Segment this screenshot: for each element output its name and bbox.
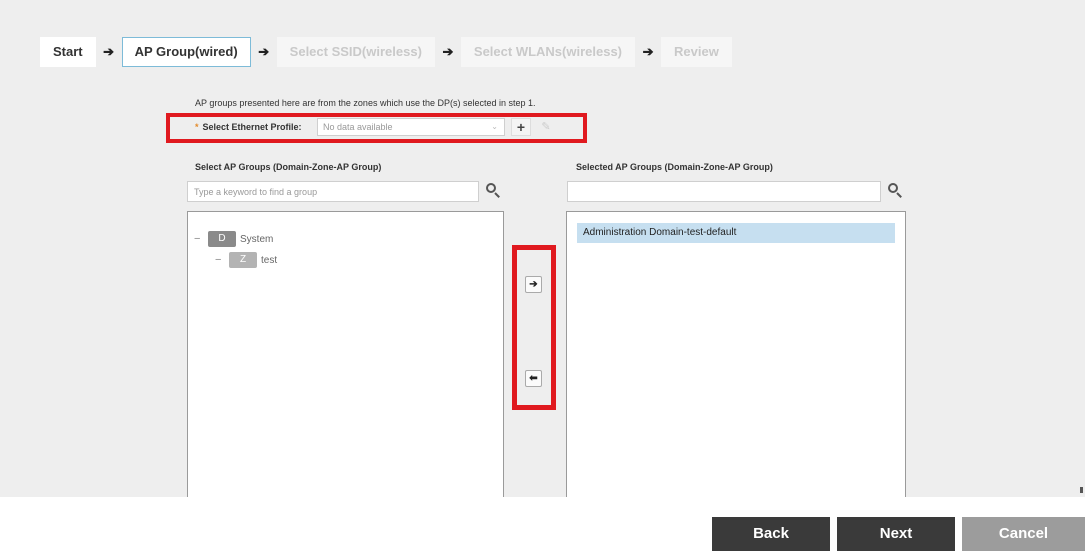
left-panel-title: Select AP Groups (Domain-Zone-AP Group)	[195, 162, 382, 172]
scrollbar-thumb[interactable]	[1080, 487, 1083, 493]
cancel-button[interactable]: Cancel	[962, 517, 1085, 551]
move-left-button[interactable]: ⬅	[525, 370, 542, 387]
zone-badge: Z	[229, 252, 257, 268]
left-search-input[interactable]: Type a keyword to find a group	[187, 181, 479, 202]
next-button[interactable]: Next	[837, 517, 955, 551]
ap-group-tree[interactable]: − D System − Z test	[187, 211, 504, 497]
step-arrow-icon: ➔	[642, 44, 654, 59]
step-review: Review	[661, 37, 732, 67]
chevron-down-icon: ⌄	[491, 122, 498, 131]
step-select-wlans: Select WLANs(wireless)	[460, 37, 636, 67]
right-search-input[interactable]	[567, 181, 881, 202]
ethernet-profile-label: * Select Ethernet Profile:	[195, 122, 302, 132]
move-right-button[interactable]: ➔	[525, 276, 542, 293]
info-text: AP groups presented here are from the zo…	[195, 98, 536, 108]
step-arrow-icon: ➔	[442, 44, 454, 59]
tree-node-domain[interactable]: − D System	[194, 231, 273, 247]
tree-node-label: test	[261, 254, 278, 266]
domain-badge: D	[208, 231, 236, 247]
back-button[interactable]: Back	[712, 517, 830, 551]
ethernet-profile-value: No data available	[323, 122, 393, 132]
selected-ap-groups-list[interactable]: Administration Domain-test-default	[566, 211, 906, 497]
collapse-icon[interactable]: −	[215, 254, 225, 266]
collapse-icon[interactable]: −	[194, 233, 204, 245]
step-arrow-icon: ➔	[103, 44, 115, 59]
search-icon[interactable]	[484, 180, 502, 200]
ethernet-profile-label-text: Select Ethernet Profile:	[202, 122, 302, 132]
search-icon[interactable]	[886, 180, 904, 200]
pencil-icon[interactable]: ✎	[536, 118, 556, 136]
required-mark: *	[195, 122, 199, 132]
step-select-ssid: Select SSID(wireless)	[276, 37, 435, 67]
step-arrow-icon: ➔	[258, 44, 270, 59]
step-ap-group-wired[interactable]: AP Group(wired)	[121, 37, 251, 67]
list-item[interactable]: Administration Domain-test-default	[577, 223, 895, 243]
vertical-scrollbar[interactable]	[1077, 0, 1085, 497]
ethernet-profile-select[interactable]: No data available ⌄	[317, 118, 505, 136]
tree-node-zone[interactable]: − Z test	[215, 252, 277, 268]
step-start[interactable]: Start	[40, 37, 96, 67]
right-panel-title: Selected AP Groups (Domain-Zone-AP Group…	[576, 162, 773, 172]
tree-node-label: System	[240, 233, 274, 245]
wizard-steps: Start ➔ AP Group(wired) ➔ Select SSID(wi…	[40, 37, 732, 67]
plus-icon[interactable]: +	[511, 118, 531, 136]
